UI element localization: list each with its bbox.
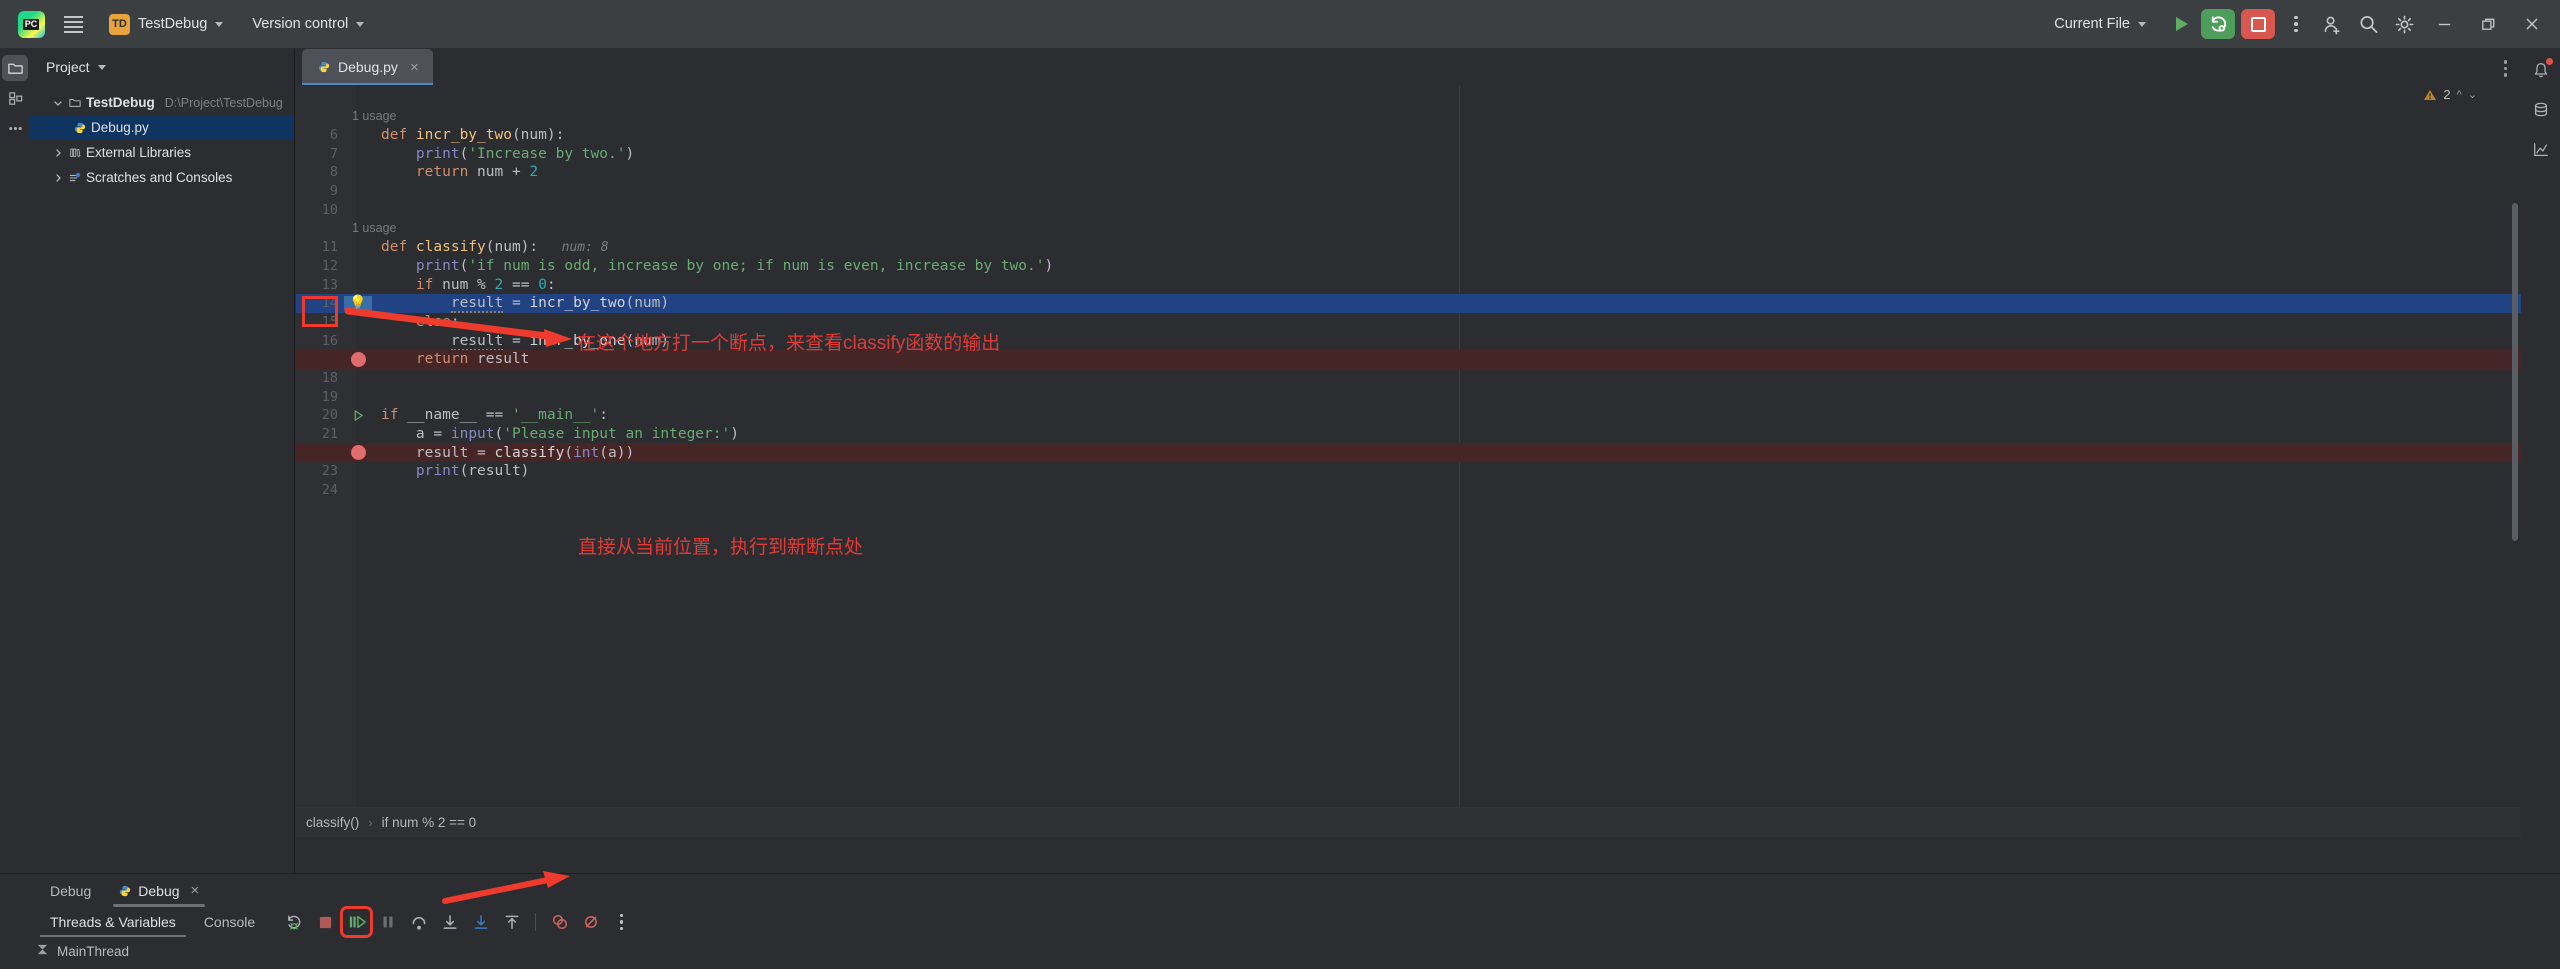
annotation-resume-text: 直接从当前位置，执行到新断点处 <box>578 537 864 558</box>
pycharm-window: PC TD TestDebug Version control Current … <box>0 0 2560 969</box>
resume-arrow <box>442 871 570 904</box>
